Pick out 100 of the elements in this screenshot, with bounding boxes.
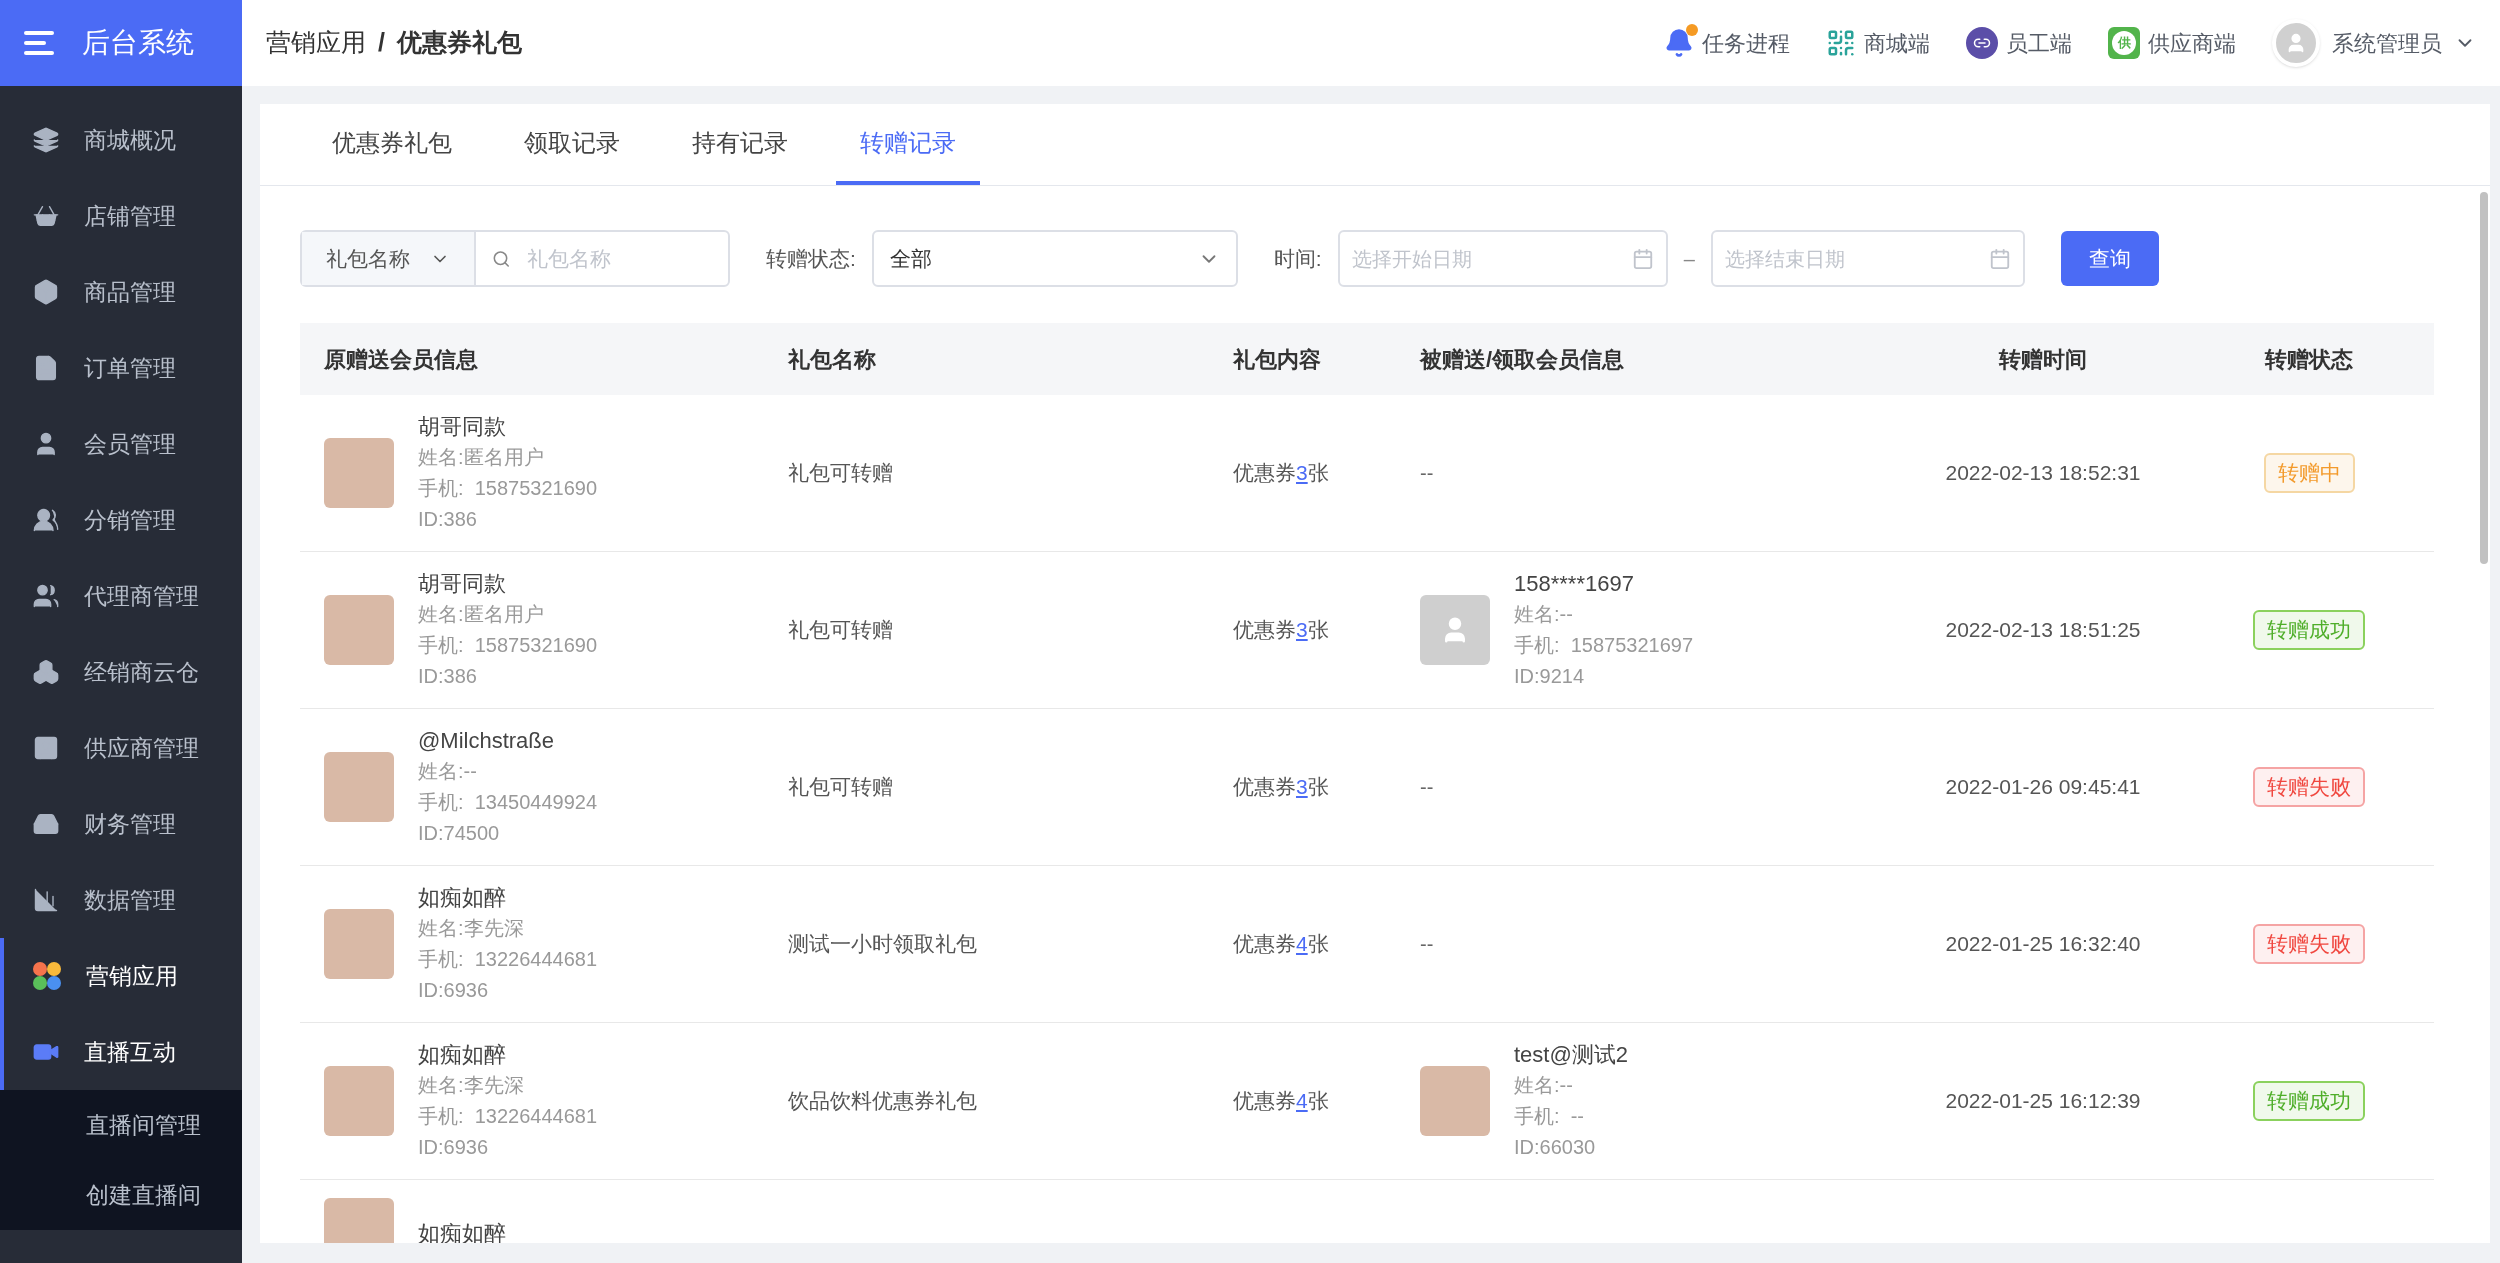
sidebar-item[interactable]: 分销管理: [0, 482, 242, 558]
member-id: ID:9214: [1514, 664, 1586, 689]
package-content: 优惠券3张: [1233, 461, 1329, 485]
status-tag: 转赠成功: [2253, 1081, 2365, 1121]
header-link[interactable]: 商城端: [1826, 26, 1930, 60]
package-content: 优惠券4张: [1233, 932, 1329, 956]
menu-item-icon: [32, 582, 60, 610]
calendar-icon: [1631, 247, 1654, 270]
status-tag: 转赠失败: [2253, 767, 2365, 807]
column-header: 礼包内容: [1232, 345, 1322, 374]
member-nickname: 胡哥同款: [418, 570, 507, 598]
sidebar-item[interactable]: 供应商管理: [0, 710, 242, 786]
tab[interactable]: 转赠记录: [836, 104, 980, 185]
tab[interactable]: 优惠券礼包: [308, 104, 476, 185]
empty-value: --: [1420, 462, 1434, 484]
member-name: 姓名:李先深: [418, 916, 525, 941]
package-name: 礼包可转赠: [788, 775, 893, 799]
field-label: 转赠状态:: [766, 245, 856, 272]
query-button[interactable]: 查询: [2060, 231, 2159, 286]
column-header: 转赠状态: [2263, 345, 2354, 374]
package-name: 礼包可转赠: [788, 461, 893, 485]
coupon-count-link[interactable]: 3: [1296, 775, 1308, 799]
member-id: ID:386: [418, 507, 478, 532]
status-tag: 转赠失败: [2253, 924, 2365, 964]
member-name: 姓名:--: [418, 759, 478, 784]
member-nickname: 如痴如醉: [418, 1219, 506, 1243]
package-content: 优惠券3张: [1233, 618, 1329, 642]
user-menu[interactable]: 系统管理员: [2272, 19, 2476, 67]
member-nickname: test@测试2: [1514, 1041, 1629, 1069]
coupon-count-link[interactable]: 3: [1296, 618, 1308, 642]
calendar-icon: [1988, 247, 2011, 270]
member-phone: 手机: 15875321690: [418, 476, 598, 501]
member-nickname: 158****1697: [1514, 570, 1635, 598]
header-link[interactable]: 员工端: [1966, 26, 2072, 60]
member-name: 姓名:--: [1514, 1073, 1574, 1098]
field-select[interactable]: 礼包名称: [302, 232, 476, 285]
sidebar-item[interactable]: 代理商管理: [0, 558, 242, 634]
empty-value: --: [1420, 933, 1434, 955]
sidebar-item[interactable]: 订单管理: [0, 330, 242, 406]
sidebar-item[interactable]: 财务管理: [0, 786, 242, 862]
member-phone: 手机: 13226444681: [418, 1104, 598, 1129]
package-name: 礼包可转赠: [788, 618, 893, 642]
member-id: ID:66030: [1514, 1135, 1597, 1160]
breadcrumb-separator: /: [378, 27, 385, 59]
sidebar-item[interactable]: 商品管理: [0, 254, 242, 330]
member-nickname: @Milchstraße: [418, 727, 556, 755]
member-phone: 手机: 15875321697: [1514, 633, 1694, 658]
member-nickname: 如痴如醉: [418, 884, 507, 912]
member-phone: 手机: 15875321690: [418, 633, 598, 658]
range-separator: –: [1683, 246, 1695, 272]
transfer-time: 2022-01-25 16:32:40: [1945, 932, 2141, 956]
name-input[interactable]: 礼包名称: [526, 242, 712, 275]
status-tag: 转赠成功: [2253, 610, 2365, 650]
transfer-time: 2022-01-26 09:45:41: [1945, 775, 2141, 799]
coupon-count-link[interactable]: 3: [1296, 461, 1308, 485]
tab[interactable]: 持有记录: [668, 104, 812, 185]
breadcrumb-item[interactable]: 营销应用: [266, 24, 366, 62]
member-nickname: 如痴如醉: [418, 1041, 507, 1069]
header-link[interactable]: 供 供应商端: [2108, 26, 2236, 60]
member-id: ID:6936: [418, 978, 490, 1003]
menu-item-icon: [32, 506, 60, 534]
header-link[interactable]: 任务进程: [1664, 26, 1790, 60]
submenu-item[interactable]: 创建直播间: [0, 1160, 242, 1230]
member-phone: 手机: 13226444681: [418, 947, 598, 972]
empty-value: --: [1420, 776, 1434, 798]
coupon-count-link[interactable]: 4: [1296, 1089, 1308, 1113]
transfer-time: 2022-02-13 18:51:25: [1945, 618, 2141, 642]
sidebar-item[interactable]: 会员管理: [0, 406, 242, 482]
link-icon: [1966, 27, 1998, 59]
qr-code-icon: [1826, 28, 1856, 58]
member-name: 姓名:--: [1514, 602, 1574, 627]
member-phone: 手机: 13450449924: [418, 790, 598, 815]
search-field[interactable]: 礼包名称 礼包名称: [300, 230, 730, 287]
menu-item-icon: [32, 886, 60, 914]
app-grid-icon: [32, 961, 62, 991]
submenu-item[interactable]: 直播间管理: [0, 1090, 242, 1160]
member-name: 姓名:匿名用户: [418, 445, 545, 470]
sidebar-item[interactable]: 商城概况: [0, 102, 242, 178]
sidebar-item[interactable]: 店铺管理: [0, 178, 242, 254]
coupon-count-link[interactable]: 4: [1296, 932, 1308, 956]
member-name: 姓名:匿名用户: [418, 602, 545, 627]
tab[interactable]: 领取记录: [500, 104, 644, 185]
menu-item-icon: [32, 658, 60, 686]
package-name: 测试一小时领取礼包: [788, 932, 977, 956]
package-content: 优惠券3张: [1233, 775, 1329, 799]
sidebar-item[interactable]: 经销商云仓: [0, 634, 242, 710]
menu-item-icon: [32, 278, 60, 306]
transfer-time: 2022-01-25 16:12:39: [1945, 1089, 2141, 1113]
menu-item-icon: [32, 734, 60, 762]
sidebar-item[interactable]: 营销应用: [0, 938, 242, 1014]
status-tag: 转赠中: [2263, 453, 2355, 493]
member-phone: 手机: --: [1514, 1104, 1585, 1129]
breadcrumb-item: 优惠券礼包: [396, 27, 522, 59]
status-select[interactable]: 全部: [871, 230, 1238, 287]
member-name: 姓名:李先深: [418, 1073, 525, 1098]
supplier-icon: 供: [2108, 27, 2140, 59]
member-id: ID:386: [418, 664, 478, 689]
member-id: ID:6936: [418, 1135, 490, 1160]
menu-item-icon: [32, 126, 60, 154]
sidebar-item[interactable]: 数据管理: [0, 862, 242, 938]
